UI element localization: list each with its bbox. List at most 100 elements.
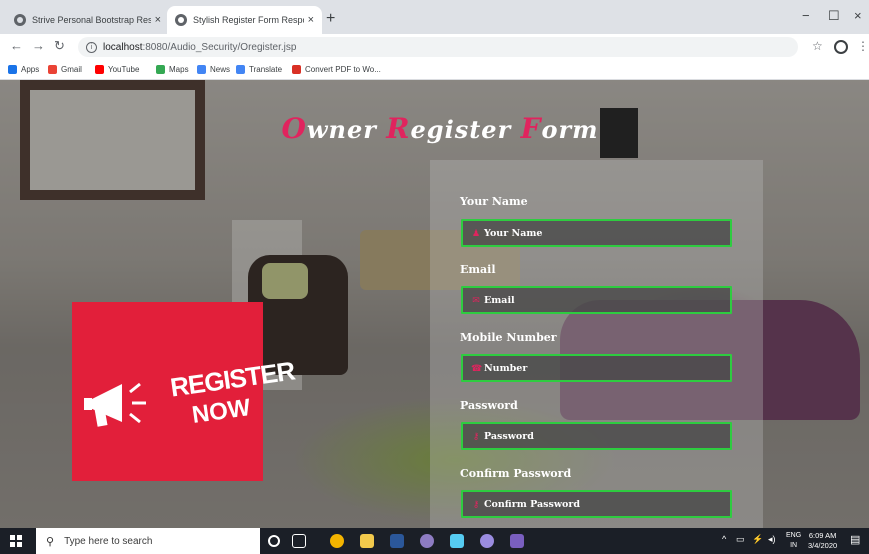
app-icon[interactable]	[450, 534, 464, 548]
email-input[interactable]: ✉ Email	[461, 286, 732, 314]
input-placeholder: Number	[484, 362, 528, 374]
title-initial: R	[386, 112, 411, 145]
label-password: Password	[460, 399, 518, 412]
profile-avatar[interactable]	[834, 40, 848, 54]
bookmark-maps[interactable]: Maps	[156, 65, 189, 74]
app-icon[interactable]	[420, 534, 434, 548]
windows-start-icon[interactable]	[10, 535, 22, 547]
network-icon[interactable]: ⚡	[752, 534, 763, 545]
word-icon[interactable]	[390, 534, 404, 548]
tab-strive[interactable]: Strive Personal Bootstrap Respon ×	[6, 6, 169, 34]
news-icon	[197, 65, 206, 74]
input-placeholder: Email	[484, 294, 515, 306]
tab-title: Strive Personal Bootstrap Respon	[32, 15, 151, 25]
search-placeholder: Type here to search	[64, 535, 153, 547]
globe-icon	[14, 14, 26, 26]
back-arrow-icon[interactable]: ←	[10, 38, 23, 53]
browser-toolbar: ← → ↻ i localhost:8080/Audio_Security/Or…	[0, 34, 869, 60]
region-code: IN	[790, 542, 798, 549]
label-mobile-number: Mobile Number	[460, 331, 557, 344]
app-icon[interactable]	[510, 534, 524, 548]
bookmark-convert-pdf[interactable]: Convert PDF to Wo...	[292, 65, 381, 74]
youtube-icon	[95, 65, 104, 74]
language-indicator[interactable]: ENG IN	[786, 531, 801, 551]
title-word: wner	[306, 115, 387, 144]
forward-arrow-icon[interactable]: →	[32, 38, 45, 53]
tab-strip: Strive Personal Bootstrap Respon × Styli…	[0, 0, 869, 34]
globe-icon	[175, 14, 187, 26]
bookmark-apps[interactable]: Apps	[8, 65, 39, 74]
page-title: Owner Register Form	[275, 112, 605, 145]
bookmark-label: Apps	[21, 65, 40, 74]
apps-grid-icon	[8, 65, 17, 74]
bookmark-translate[interactable]: Translate	[236, 65, 282, 74]
close-tab-icon[interactable]: ×	[155, 14, 161, 26]
bookmark-star-icon[interactable]: ☆	[812, 39, 823, 53]
url-path: :8080/Audio_Security/Oregister.jsp	[142, 41, 297, 53]
close-tab-icon[interactable]: ×	[308, 14, 314, 26]
user-icon: ♟	[471, 227, 481, 238]
cortana-icon[interactable]	[268, 535, 280, 547]
language-code: ENG	[786, 532, 802, 539]
close-window-button[interactable]: ×	[854, 8, 862, 23]
taskbar-search-box[interactable]: ⚲ Type here to search	[36, 528, 260, 554]
bookmark-label: YouTube	[108, 65, 140, 74]
notification-tray-icon[interactable]: ▭	[736, 534, 745, 545]
label-confirm-password: Confirm Password	[460, 467, 572, 480]
tab-register-form[interactable]: Stylish Register Form Responsive ×	[167, 6, 322, 34]
clock-date: 3/4/2020	[808, 541, 838, 550]
title-initial: O	[281, 112, 307, 145]
maps-icon	[156, 65, 165, 74]
key-icon: ⚷	[472, 498, 480, 509]
key-icon: ⚷	[472, 430, 480, 441]
translate-icon	[236, 65, 245, 74]
mobile-number-input[interactable]: ☎ Number	[461, 354, 732, 382]
register-now-banner: REGISTER NOW	[72, 302, 296, 481]
taskbar-clock[interactable]: 6:09 AM 3/4/2020	[808, 531, 837, 551]
your-name-input[interactable]: ♟ Your Name	[461, 219, 732, 247]
bookmark-label: Convert PDF to Wo...	[305, 65, 381, 74]
label-your-name: Your Name	[460, 195, 528, 208]
action-center-icon[interactable]: ▤	[850, 533, 860, 546]
confirm-password-input[interactable]: ⚷ Confirm Password	[461, 490, 732, 518]
bookmark-youtube[interactable]: YouTube	[95, 65, 139, 74]
bookmark-label: Gmail	[61, 65, 82, 74]
app-icon[interactable]	[480, 534, 494, 548]
phone-icon: ☎	[471, 362, 483, 373]
menu-dots-icon[interactable]: ⋮	[857, 39, 869, 53]
bookmarks-bar: Apps Gmail YouTube Maps News Translate C…	[0, 60, 869, 80]
bookmark-news[interactable]: News	[197, 65, 230, 74]
task-view-icon[interactable]	[292, 534, 306, 548]
page-viewport: Owner Register Form REGISTER NOW Your Na…	[0, 80, 869, 528]
reload-icon[interactable]: ↻	[54, 38, 65, 54]
input-placeholder: Your Name	[484, 227, 543, 239]
clock-time: 6:09 AM	[808, 531, 837, 540]
chrome-icon[interactable]	[330, 534, 344, 548]
info-icon[interactable]: i	[86, 41, 97, 53]
input-placeholder: Password	[484, 430, 534, 442]
envelope-icon: ✉	[472, 294, 480, 305]
bookmark-label: Maps	[169, 65, 189, 74]
new-tab-button[interactable]: +	[326, 10, 335, 28]
input-placeholder: Confirm Password	[484, 498, 580, 510]
title-word: orm	[541, 115, 599, 144]
gmail-icon	[48, 65, 57, 74]
label-email: Email	[460, 263, 496, 276]
title-initial: F	[520, 112, 542, 145]
volume-icon[interactable]: ◂)	[768, 534, 776, 545]
search-icon: ⚲	[46, 535, 55, 548]
pdf-icon	[292, 65, 301, 74]
bookmark-label: News	[210, 65, 231, 74]
tab-title: Stylish Register Form Responsive	[193, 15, 304, 25]
file-explorer-icon[interactable]	[360, 534, 374, 548]
url-host: localhost	[103, 41, 143, 53]
windows-taskbar: ⚲ Type here to search ^ ▭ ⚡ ◂) ENG IN 6:…	[0, 528, 869, 554]
minimize-button[interactable]: −	[802, 8, 810, 23]
bookmark-label: Translate	[249, 65, 283, 74]
bookmark-gmail[interactable]: Gmail	[48, 65, 82, 74]
address-bar[interactable]: i localhost:8080/Audio_Security/Oregiste…	[78, 37, 798, 57]
maximize-button[interactable]: ☐	[828, 8, 840, 24]
chevron-up-icon[interactable]: ^	[722, 534, 726, 544]
megaphone-icon	[84, 382, 146, 427]
password-input[interactable]: ⚷ Password	[461, 422, 732, 450]
